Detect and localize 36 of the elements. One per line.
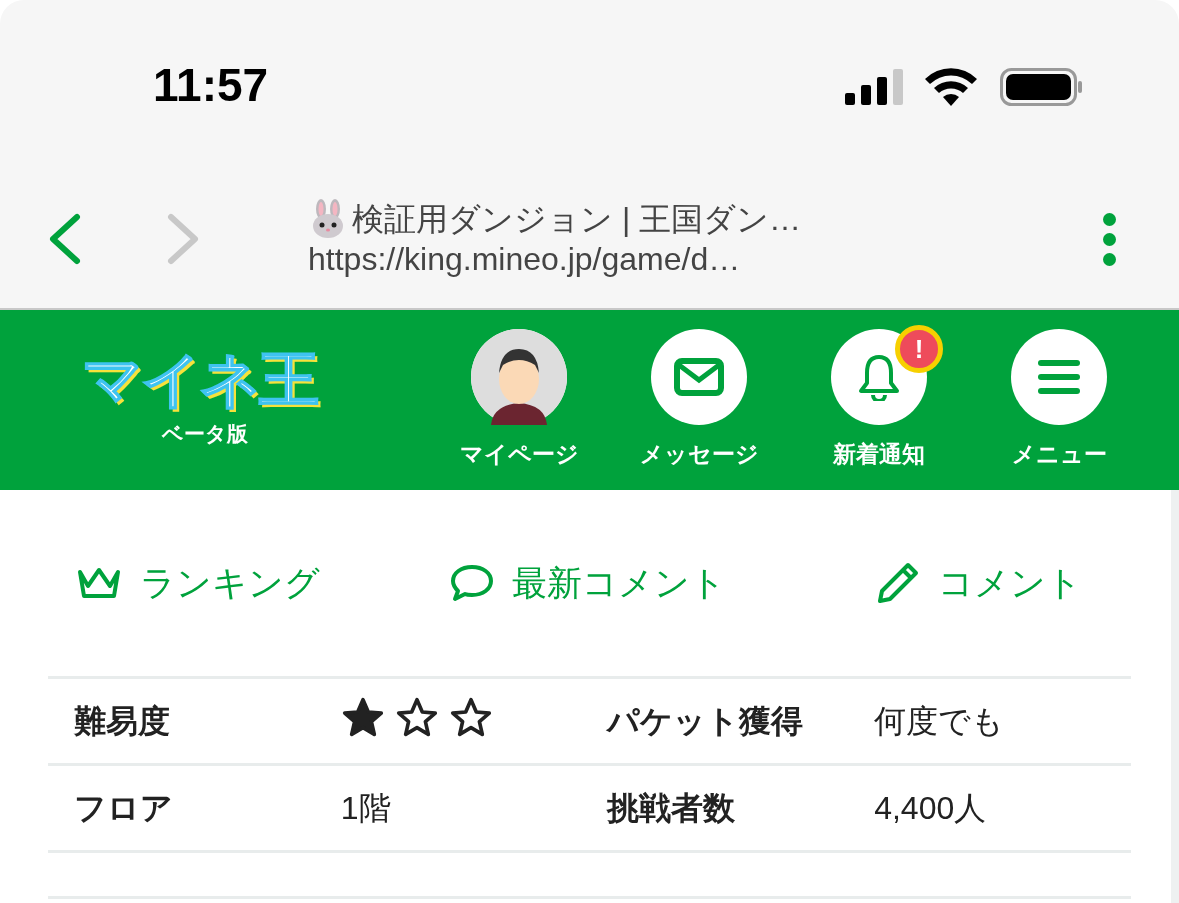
menu-button[interactable]: メニュー xyxy=(969,328,1149,472)
row-value: 1階 xyxy=(340,790,391,826)
nav-link[interactable]: コメント xyxy=(876,556,1082,610)
clock: 11:57 xyxy=(153,62,269,108)
row-label: パケット獲得 xyxy=(607,703,804,739)
more-menu-button[interactable] xyxy=(1103,212,1117,266)
speech-bubble-icon xyxy=(450,564,494,602)
logo-subtitle: ベータ版 xyxy=(161,421,248,448)
page-title: 検証用ダンジョン | 王国ダン… xyxy=(352,200,802,239)
nav-link[interactable]: 最新コメント xyxy=(450,556,726,610)
signal-icon xyxy=(845,69,905,105)
menu-icon xyxy=(1038,359,1080,394)
header-button-label: マイページ xyxy=(459,439,579,469)
url-text: https://king.mineo.jp/game/d… xyxy=(308,240,742,279)
my-page-button[interactable]: マイページ xyxy=(429,328,609,472)
messages-button[interactable]: メッセージ xyxy=(609,328,789,472)
header-button-label: メッセージ xyxy=(639,439,759,469)
header-button-label: 新着通知 xyxy=(833,439,925,469)
wifi-icon xyxy=(925,68,977,106)
star-icon xyxy=(448,696,493,739)
row-label: 挑戦者数 xyxy=(607,790,736,826)
pencil-icon xyxy=(876,561,920,605)
nav-link[interactable]: ランキング xyxy=(76,556,320,610)
crown-icon xyxy=(76,566,122,600)
row-label: 難易度 xyxy=(74,703,170,739)
row-value: 何度でも xyxy=(874,703,1005,739)
star-icon xyxy=(340,696,385,739)
battery-icon xyxy=(1000,68,1082,106)
bell-icon xyxy=(857,352,901,401)
header-button-label: メニュー xyxy=(1011,439,1107,469)
star-icon xyxy=(394,696,439,739)
avatar-icon xyxy=(471,328,567,425)
row-label: フロア xyxy=(74,790,173,826)
row-value: 4,400人 xyxy=(874,790,987,826)
alert-badge: ! xyxy=(895,324,943,373)
mail-icon xyxy=(674,357,724,396)
